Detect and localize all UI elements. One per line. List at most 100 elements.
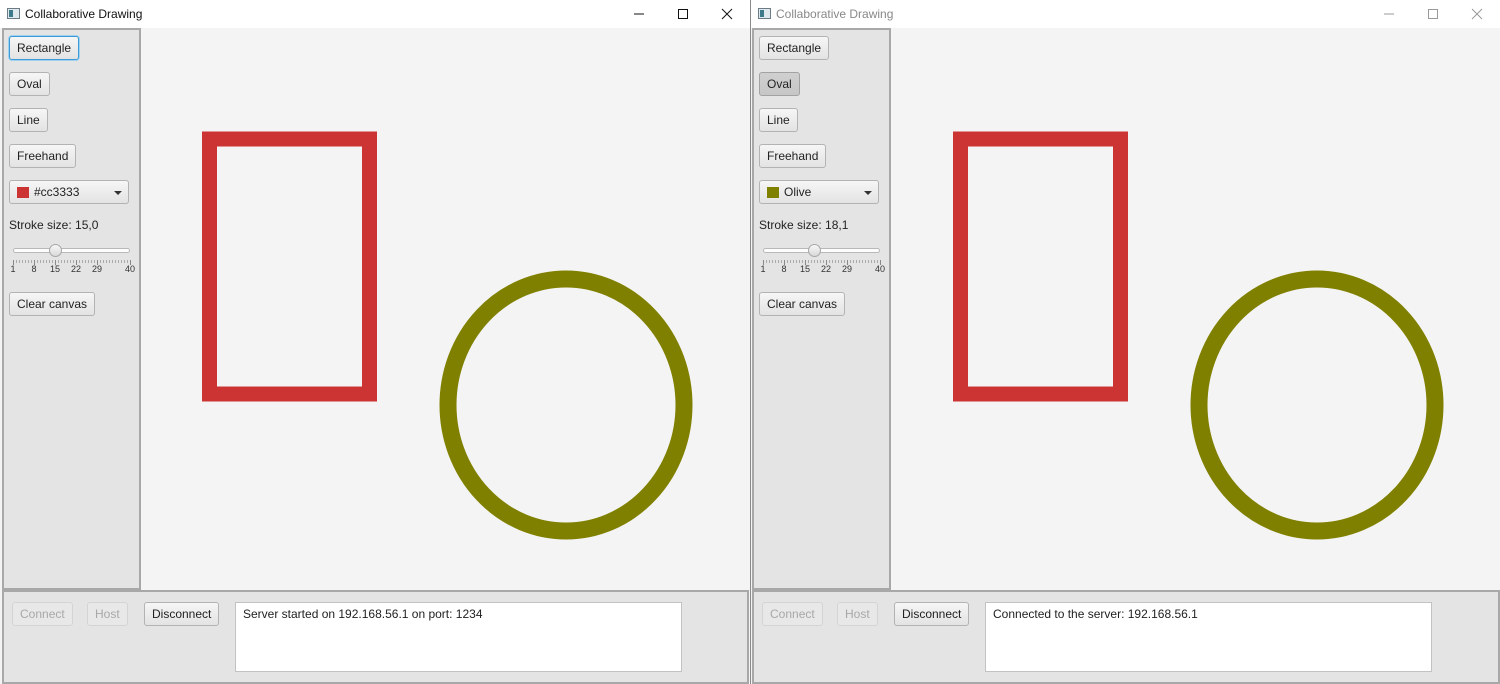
drawn-oval xyxy=(1190,270,1444,540)
slider-tick xyxy=(37,260,38,263)
slider-tick xyxy=(877,260,878,263)
slider-tick xyxy=(766,260,767,263)
color-picker[interactable]: Olive xyxy=(759,180,879,204)
slider-tick xyxy=(775,260,776,263)
freehand-tool-button[interactable]: Freehand xyxy=(9,144,77,168)
color-picker[interactable]: #cc3333 xyxy=(9,180,129,204)
slider-tick-label: 40 xyxy=(874,264,886,274)
slider-tick xyxy=(811,260,812,263)
slider-tick xyxy=(49,260,50,263)
slider-tick xyxy=(61,260,62,263)
title-bar[interactable]: Collaborative Drawing xyxy=(751,0,1500,28)
slider-tick xyxy=(853,260,854,263)
maximize-button[interactable] xyxy=(1410,0,1456,28)
slider-tick-label: 15 xyxy=(49,264,61,274)
connect-button[interactable]: Connect xyxy=(762,602,823,626)
slider-tick-label: 15 xyxy=(799,264,811,274)
drawing-canvas[interactable] xyxy=(141,28,750,590)
color-label: Olive xyxy=(784,185,812,199)
title-bar[interactable]: Collaborative Drawing xyxy=(0,0,750,28)
close-icon xyxy=(1471,8,1483,20)
slider-tick xyxy=(829,260,830,263)
maximize-icon xyxy=(1428,9,1438,19)
slider-tick xyxy=(52,260,53,263)
slider-track[interactable] xyxy=(13,248,130,253)
freehand-tool-button[interactable]: Freehand xyxy=(759,144,827,168)
slider-tick xyxy=(25,260,26,263)
connect-button[interactable]: Connect xyxy=(12,602,73,626)
status-log[interactable]: Server started on 192.168.56.1 on port: … xyxy=(235,602,682,672)
host-button[interactable]: Host xyxy=(87,602,128,626)
stroke-size-slider[interactable]: 1 8 15 22 29 40 xyxy=(9,240,135,276)
stroke-size-label: Stroke size: 15,0 xyxy=(9,218,99,232)
slider-tick xyxy=(850,260,851,263)
app-icon xyxy=(758,8,771,19)
slider-tick xyxy=(796,260,797,263)
line-tool-button[interactable]: Line xyxy=(759,108,798,132)
close-button[interactable] xyxy=(1454,0,1500,28)
drawn-oval xyxy=(439,270,693,540)
slider-tick xyxy=(772,260,773,263)
oval-tool-button[interactable]: Oval xyxy=(759,72,800,96)
slider-tick xyxy=(100,260,101,263)
host-button[interactable]: Host xyxy=(837,602,878,626)
slider-tick xyxy=(790,260,791,263)
tool-sidebar: Rectangle Oval Line Freehand #cc3333 Str… xyxy=(2,28,141,590)
rectangle-tool-button[interactable]: Rectangle xyxy=(759,36,830,60)
slider-track[interactable] xyxy=(763,248,880,253)
maximize-button[interactable] xyxy=(660,0,706,28)
status-log[interactable]: Connected to the server: 192.168.56.1 xyxy=(985,602,1432,672)
slider-thumb[interactable] xyxy=(807,244,821,257)
slider-tick xyxy=(124,260,125,263)
slider-tick xyxy=(112,260,113,263)
window-title: Collaborative Drawing xyxy=(776,7,894,21)
clear-canvas-button[interactable]: Clear canvas xyxy=(9,292,96,316)
slider-tick xyxy=(106,260,107,263)
slider-tick xyxy=(868,260,869,263)
slider-tick xyxy=(781,260,782,263)
slider-tick xyxy=(820,260,821,263)
oval-tool-button[interactable]: Oval xyxy=(9,72,50,96)
slider-tick xyxy=(46,260,47,263)
line-tool-button[interactable]: Line xyxy=(9,108,48,132)
slider-tick xyxy=(67,260,68,263)
clear-canvas-button[interactable]: Clear canvas xyxy=(759,292,846,316)
minimize-button[interactable] xyxy=(616,0,662,28)
stroke-size-slider[interactable]: 1 8 15 22 29 40 xyxy=(759,240,886,276)
rectangle-tool-button[interactable]: Rectangle xyxy=(9,36,80,60)
slider-tick xyxy=(31,260,32,263)
slider-tick xyxy=(109,260,110,263)
close-button[interactable] xyxy=(704,0,750,28)
minimize-icon xyxy=(1384,13,1394,15)
minimize-button[interactable] xyxy=(1366,0,1412,28)
close-icon xyxy=(721,8,733,20)
slider-tick xyxy=(817,260,818,263)
slider-tick-label: 1 xyxy=(10,264,16,274)
slider-thumb[interactable] xyxy=(48,244,62,257)
slider-tick xyxy=(778,260,779,263)
slider-tick xyxy=(118,260,119,263)
slider-tick xyxy=(814,260,815,263)
slider-tick xyxy=(787,260,788,263)
slider-tick-label: 1 xyxy=(760,264,766,274)
slider-tick xyxy=(865,260,866,263)
slider-tick xyxy=(808,260,809,263)
slider-tick xyxy=(823,260,824,263)
disconnect-button[interactable]: Disconnect xyxy=(144,602,220,626)
color-swatch xyxy=(17,187,29,198)
slider-tick xyxy=(40,260,41,263)
slider-tick xyxy=(73,260,74,263)
window-right: Collaborative Drawing Rectangle Oval Lin… xyxy=(750,0,1500,684)
app-icon xyxy=(7,8,20,19)
slider-tick xyxy=(856,260,857,263)
slider-tick xyxy=(127,260,128,263)
slider-tick xyxy=(832,260,833,263)
slider-tick xyxy=(88,260,89,263)
slider-tick xyxy=(871,260,872,263)
disconnect-button[interactable]: Disconnect xyxy=(894,602,970,626)
slider-tick-label: 29 xyxy=(91,264,103,274)
slider-tick xyxy=(793,260,794,263)
drawing-canvas[interactable] xyxy=(891,28,1500,590)
slider-tick xyxy=(94,260,95,263)
slider-tick xyxy=(115,260,116,263)
